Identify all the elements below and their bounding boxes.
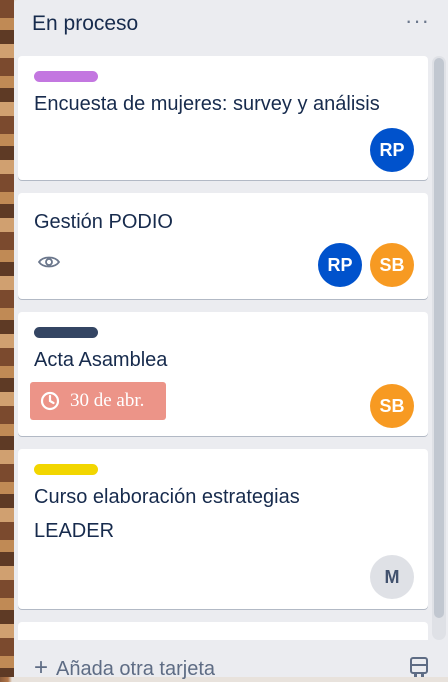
list-en-proceso: En proceso ··· Encuesta de mujeres: surv… [14, 0, 448, 681]
list-header: En proceso ··· [14, 0, 448, 52]
card-title-line2: LEADER [34, 520, 115, 542]
card-title: Acta Asamblea [34, 349, 168, 371]
clock-icon [40, 391, 60, 411]
scrollbar[interactable] [432, 56, 446, 640]
card-encuesta[interactable]: Encuesta de mujeres: survey y análisis R… [18, 56, 428, 180]
card-gestion-podio[interactable]: Gestión PODIO RP SB [18, 193, 428, 299]
avatar[interactable]: SB [370, 384, 414, 428]
list-menu-button[interactable]: ··· [405, 8, 430, 34]
due-date-text: 30 de abr. [70, 390, 145, 411]
avatar[interactable]: RP [370, 128, 414, 172]
avatar[interactable]: M [370, 555, 414, 599]
card-title: Gestión PODIO [34, 211, 173, 233]
card-acta-asamblea[interactable]: Acta Asamblea 30 de abr. SB [18, 312, 428, 436]
scrollbar-thumb[interactable] [434, 58, 444, 618]
card-label [34, 71, 98, 82]
avatar[interactable]: SB [370, 243, 414, 287]
card-label [34, 464, 98, 475]
card-list: Encuesta de mujeres: survey y análisis R… [18, 52, 428, 640]
card-title-line1: Curso elaboración estrategias [34, 486, 300, 508]
card-curso-leader[interactable]: Curso elaboración estrategias LEADER M [18, 449, 428, 609]
card-title: Lista de Comprobar para inicio de... [34, 632, 351, 640]
template-icon[interactable] [408, 656, 430, 678]
board-background [0, 0, 14, 677]
add-card-button[interactable]: + Añada otra tarjeta [34, 654, 215, 682]
card-title: Encuesta de mujeres: survey y análisis [34, 93, 380, 115]
list-footer: + Añada otra tarjeta [14, 640, 448, 681]
eye-icon [38, 256, 60, 268]
card-lista-comprobar[interactable]: Lista de Comprobar para inicio de... [18, 622, 428, 640]
avatar[interactable]: RP [318, 243, 362, 287]
due-date-badge[interactable]: 30 de abr. [30, 382, 166, 420]
card-label [34, 327, 98, 338]
list-title[interactable]: En proceso [32, 12, 138, 36]
